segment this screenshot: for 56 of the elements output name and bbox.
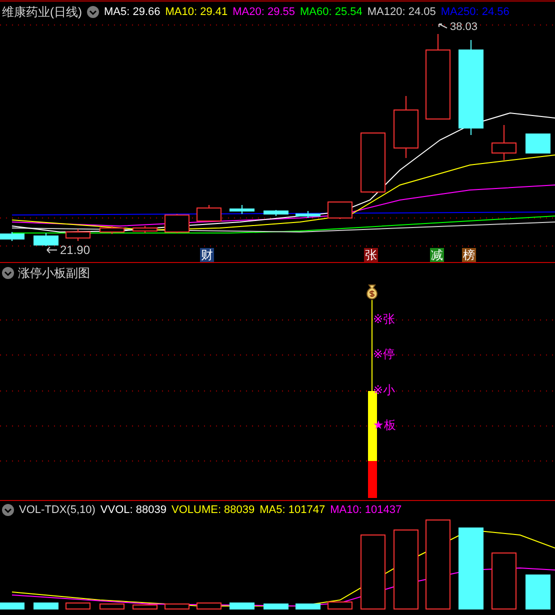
volume-bar [132,604,158,610]
candlestick [164,214,190,234]
signal-marker: ※张 [373,312,396,327]
money-bag-icon [364,284,380,300]
candlestick [360,132,386,194]
volume-bar [264,604,288,610]
indicator-value: VOLUME: 88039 [171,502,255,518]
candlestick [526,134,550,154]
event-badge[interactable]: 榜 [462,248,476,262]
candlestick [328,202,352,220]
indicator-value: MA5: 101747 [260,502,326,518]
indicator-value: MA10: 29.41 [165,4,228,20]
event-badge[interactable]: 张 [364,248,378,262]
candlestick [0,232,24,242]
panel-title: VOL-TDX(5,10) [19,502,96,518]
candlestick [196,204,222,222]
candlestick [100,226,124,234]
candlestick [394,96,418,158]
volume-bar [34,602,58,610]
low-price-label: 21.90 [60,242,90,259]
candlestick [492,124,516,160]
candlestick [66,228,90,242]
volume-bar [66,602,90,610]
candlestick [132,226,158,234]
signal-marker: ※小 [373,383,396,398]
stock-title: 维康药业(日线) [2,4,82,21]
volume-bar [164,604,190,610]
chevron-down-icon[interactable] [2,504,14,516]
indicator-value: MA20: 29.55 [232,4,296,20]
volume-bar [296,604,320,610]
volume-bar [196,602,222,610]
volume-bar [100,604,124,610]
volume-bar [328,602,352,610]
indicator-value: VVOL: 88039 [100,502,166,518]
indicator-value: MA250: 24.56 [440,4,510,20]
indicator-value: MA10: 101437 [330,502,402,518]
candlestick [34,232,58,246]
candlestick [230,204,254,214]
arrow-icon [438,23,448,32]
volume-bar [526,574,550,610]
high-price-label: 38.03 [450,20,478,35]
chevron-down-icon[interactable] [87,6,99,18]
arrow-icon [46,246,58,254]
chevron-down-icon[interactable] [2,267,14,279]
event-badge[interactable]: 减 [430,248,444,262]
indicator-value: MA60: 25.54 [300,4,362,20]
event-badge[interactable]: 财 [200,248,214,262]
volume-bar [230,602,254,610]
candlestick [296,210,320,218]
panel-title: 涨停小板副图 [18,265,90,282]
volume-bar [0,602,24,610]
candlestick [264,210,288,216]
indicator-value: MA120: 24.05 [367,4,436,20]
volume-bar [492,552,516,610]
signal-marker: ※停 [373,347,396,362]
indicator-value: MA5: 29.66 [104,4,160,20]
